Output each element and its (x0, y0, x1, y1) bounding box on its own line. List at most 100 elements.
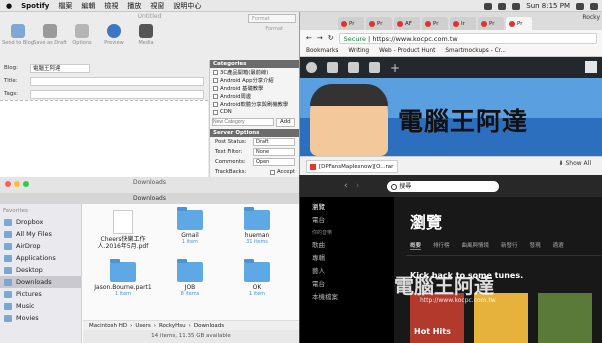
nav-local-files[interactable]: 本機檔案 (300, 291, 394, 304)
category-item[interactable]: Android軟體分享與刷機教學 (210, 100, 299, 108)
comments-select[interactable]: Open (253, 158, 295, 166)
category-item[interactable]: CDN (210, 108, 299, 116)
format-select[interactable]: Format (248, 14, 296, 23)
browser-tab[interactable]: Pr (338, 17, 364, 30)
sidebar-item-dropbox[interactable]: Dropbox (0, 216, 81, 228)
sidebar-item-desktop[interactable]: Desktop (0, 264, 81, 276)
path-segment[interactable]: RockyHsu (159, 323, 186, 329)
browser-tab[interactable]: Pr (422, 17, 448, 30)
new-category-input[interactable] (212, 118, 274, 126)
avatar[interactable] (585, 61, 597, 73)
download-item[interactable]: [DPFansMaplesnow][O...rar (306, 159, 398, 173)
trackbacks-checkbox[interactable] (269, 169, 275, 175)
folder-item[interactable]: Jason.Bourne.part1 1 item (93, 259, 153, 297)
browser-tab[interactable]: AF (394, 17, 420, 30)
wifi-icon[interactable] (498, 2, 507, 10)
nav-songs[interactable]: 歌曲 (300, 239, 394, 252)
nav-stations[interactable]: 電台 (300, 278, 394, 291)
send-to-blog-button[interactable]: Send to Blog (2, 24, 34, 46)
media-button[interactable]: Media (134, 24, 158, 46)
post-status-select[interactable]: Draft (253, 138, 295, 146)
sidebar-item-downloads[interactable]: Downloads (0, 276, 81, 288)
checkbox[interactable] (213, 101, 218, 107)
menu-edit[interactable]: 編輯 (81, 1, 95, 11)
path-segment[interactable]: Users (135, 323, 150, 329)
save-draft-button[interactable]: Save as Draft (33, 24, 67, 46)
folder-item[interactable]: JOB 8 items (160, 259, 220, 297)
nav-browse[interactable]: 瀏覽 (300, 201, 394, 214)
comments-icon[interactable] (369, 62, 380, 73)
text-filter-select[interactable]: None (253, 148, 295, 156)
customize-icon[interactable] (348, 62, 359, 73)
menu-help[interactable]: 說明中心 (173, 1, 201, 11)
profile-name[interactable]: Rocky (582, 14, 600, 21)
tab-charts[interactable]: 排行榜 (433, 241, 450, 250)
checkbox[interactable] (213, 77, 218, 83)
bookmark-item[interactable]: Web - Product Hunt (379, 48, 435, 54)
bookmark-item[interactable]: Writing (348, 48, 369, 54)
menu-window[interactable]: 視窗 (150, 1, 164, 11)
browser-tab[interactable]: Pr (478, 17, 504, 30)
category-item[interactable]: Android App分享介紹 (210, 76, 299, 84)
file-item[interactable]: Cheers快樂工作人.2016年5月.pdf (93, 210, 153, 250)
site-header-banner[interactable]: 電腦王阿達 (300, 78, 602, 156)
folder-item[interactable]: Gmail 1 item (160, 207, 220, 245)
bookmark-item[interactable]: Smartmockups - Cr... (445, 48, 506, 54)
menu-list-icon[interactable] (590, 2, 598, 10)
options-button[interactable]: Options (70, 24, 94, 46)
forward-icon[interactable]: › (356, 181, 360, 191)
address-bar[interactable]: Secure | https://www.kocpc.com.tw (338, 32, 597, 44)
search-input[interactable]: 搜尋 (387, 180, 500, 192)
folder-item[interactable]: hueman 31 items (227, 207, 287, 245)
sidebar-item-applications[interactable]: Applications (0, 252, 81, 264)
tab-overview[interactable]: 概要 (410, 241, 422, 250)
dropbox-icon[interactable] (484, 2, 493, 10)
nav-albums[interactable]: 專輯 (300, 252, 394, 265)
clock[interactable]: Sun 8:15 PM (526, 2, 570, 10)
nav-radio[interactable]: 電台 (300, 214, 394, 227)
add-category-button[interactable]: Add (276, 118, 295, 127)
back-icon[interactable]: ‹ (344, 181, 348, 191)
sidebar-item-pictures[interactable]: Pictures (0, 288, 81, 300)
dashboard-icon[interactable] (327, 62, 338, 73)
blog-select[interactable]: 電腦王阿達 (30, 64, 90, 73)
playlist-card[interactable] (538, 293, 592, 343)
tab-concerts[interactable]: 適選 (553, 241, 564, 250)
menu-app[interactable]: Spotify (21, 2, 49, 10)
nav-artists[interactable]: 藝人 (300, 265, 394, 278)
tags-input[interactable] (30, 90, 204, 99)
tab-new-releases[interactable]: 新發行 (501, 241, 518, 250)
sidebar-item-movies[interactable]: Movies (0, 312, 81, 324)
checkbox[interactable] (213, 85, 218, 91)
sidebar-item-music[interactable]: Music (0, 300, 81, 312)
sidebar-item-all-files[interactable]: All My Files (0, 228, 81, 240)
reload-icon[interactable]: ↻ (328, 34, 334, 42)
tab-genres[interactable]: 曲風與情境 (462, 241, 490, 250)
show-all-button[interactable]: ⬇ Show All (558, 160, 591, 167)
forward-icon[interactable]: → (317, 34, 323, 42)
checkbox[interactable] (213, 69, 218, 75)
menu-file[interactable]: 檔案 (58, 1, 72, 11)
category-item[interactable]: 3C產品開箱(最前線) (210, 68, 299, 76)
search-icon[interactable] (576, 2, 584, 10)
browser-tab[interactable]: Pr (366, 17, 392, 30)
checkbox[interactable] (213, 93, 218, 99)
add-new-icon[interactable]: + (390, 61, 400, 75)
preview-button[interactable]: Preview (102, 24, 126, 46)
folder-item[interactable]: OK 1 item (227, 259, 287, 297)
path-segment[interactable]: Downloads (194, 323, 224, 329)
apple-icon[interactable]: ● (6, 2, 12, 10)
battery-icon[interactable] (512, 2, 521, 10)
browser-tab[interactable]: Ir (450, 17, 476, 30)
browser-tab-active[interactable]: Pr (506, 17, 532, 30)
tab-discover[interactable]: 發現 (530, 241, 541, 250)
bookmark-item[interactable]: Bookmarks (306, 48, 338, 54)
checkbox[interactable] (213, 109, 218, 115)
back-icon[interactable]: ← (306, 34, 312, 42)
menu-view[interactable]: 檢視 (104, 1, 118, 11)
menu-play[interactable]: 播放 (127, 1, 141, 11)
path-segment[interactable]: Macintosh HD (89, 323, 127, 329)
category-item[interactable]: Android 基礎教學 (210, 84, 299, 92)
sidebar-item-airdrop[interactable]: AirDrop (0, 240, 81, 252)
finder-tab[interactable]: Downloads (0, 193, 299, 204)
